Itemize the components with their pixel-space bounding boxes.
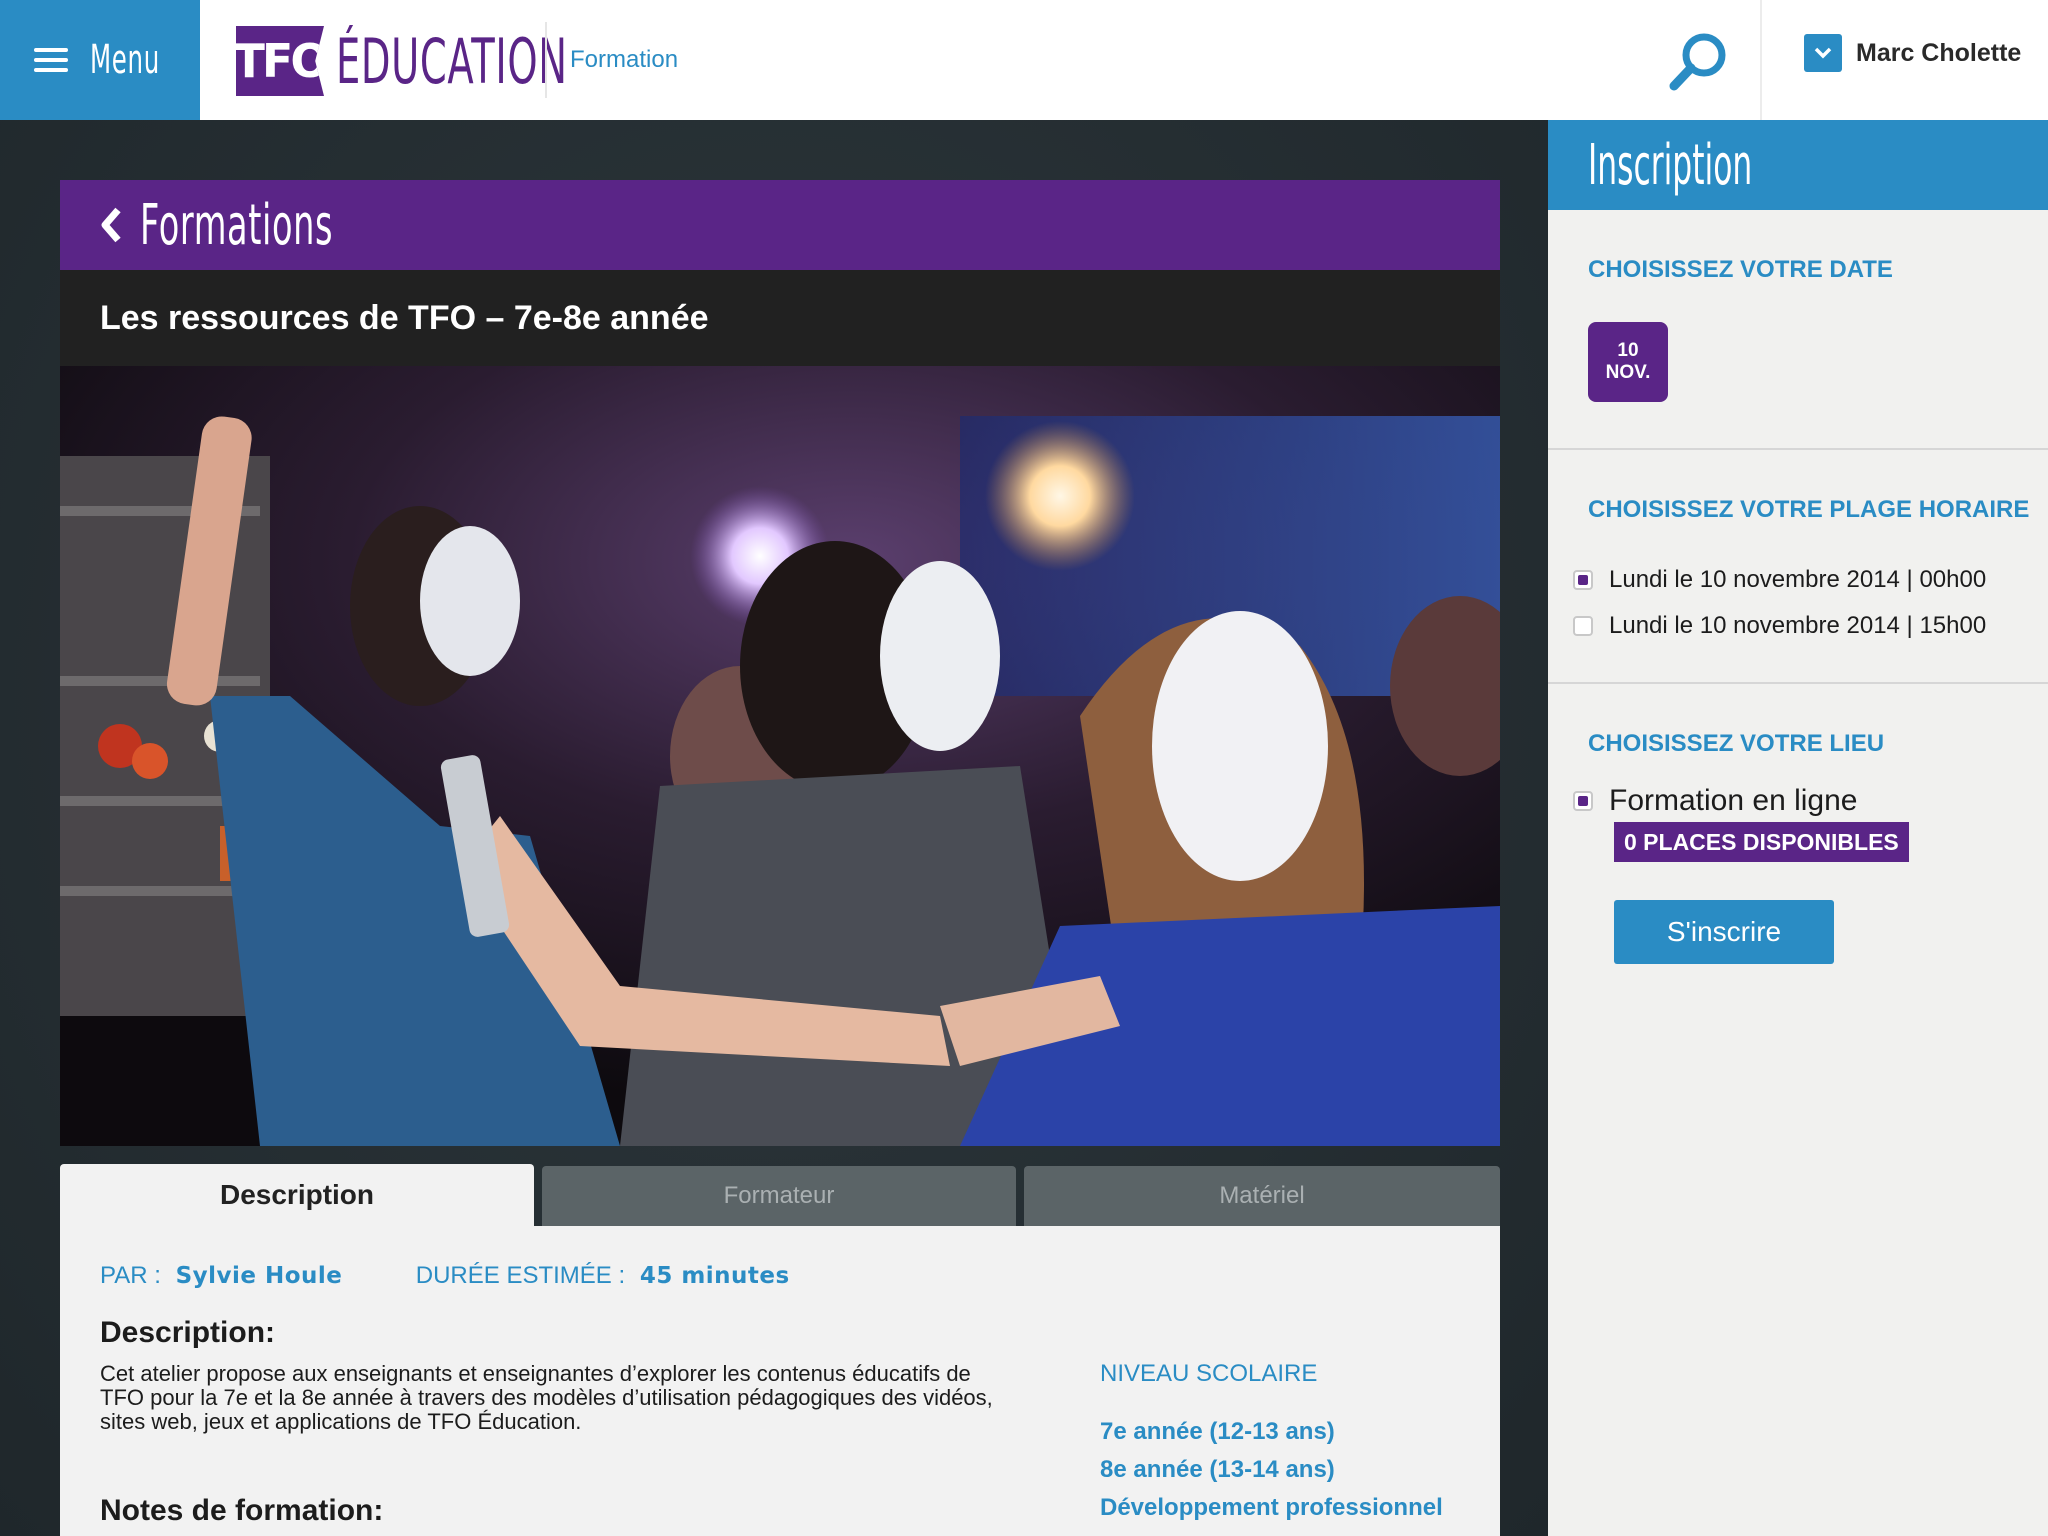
user-name: Marc Cholette bbox=[1856, 38, 2022, 67]
niveau-item-dev-pro[interactable]: Développement professionnel bbox=[1100, 1494, 1443, 1522]
plage-label-2: Lundi le 10 novembre 2014 | 15h00 bbox=[1609, 612, 1987, 639]
menu-label: Menu bbox=[90, 37, 160, 83]
hero-photo bbox=[60, 366, 1500, 1146]
description-panel: PAR : Sylvie Houle DURÉE ESTIMÉE : 45 mi… bbox=[60, 1226, 1500, 1536]
header-divider bbox=[545, 22, 547, 98]
course-hero-image bbox=[60, 366, 1500, 1146]
inscription-title: Inscription bbox=[1588, 132, 1753, 198]
logo-text: ÉDUCATION bbox=[336, 24, 568, 98]
description-heading: Description: bbox=[100, 1316, 276, 1349]
chevron-down-icon bbox=[1804, 34, 1842, 72]
tab-materiel[interactable]: Matériel bbox=[1024, 1166, 1500, 1226]
section-divider bbox=[1548, 682, 2048, 684]
lieu-option[interactable]: Formation en ligne bbox=[1573, 784, 1857, 818]
tab-formateur[interactable]: Formateur bbox=[542, 1166, 1016, 1226]
section-divider bbox=[1548, 448, 2048, 450]
plage-label-1: Lundi le 10 novembre 2014 | 00h00 bbox=[1609, 566, 1987, 593]
plage-option-1[interactable]: Lundi le 10 novembre 2014 | 00h00 bbox=[1573, 566, 1986, 594]
radio-checked[interactable] bbox=[1573, 791, 1593, 811]
description-text: Cet atelier propose aux enseignants et e… bbox=[100, 1361, 993, 1434]
date-chip[interactable]: 10 NOV. bbox=[1588, 322, 1668, 402]
top-header: Menu TFO ÉDUCATION Formation Marc Cholet… bbox=[0, 0, 2048, 120]
date-day: 10 bbox=[1617, 340, 1639, 361]
user-menu[interactable]: Marc Cholette bbox=[1804, 34, 2021, 72]
radio-unchecked[interactable] bbox=[1573, 616, 1593, 636]
formations-title: Formations bbox=[140, 192, 334, 258]
duree-label: DURÉE ESTIMÉE : bbox=[415, 1262, 626, 1289]
date-month: NOV. bbox=[1605, 362, 1651, 383]
course-title-bar: Les ressources de TFO – 7e-8e année bbox=[60, 270, 1500, 366]
niveau-scolaire-label: NIVEAU SCOLAIRE bbox=[1100, 1360, 1318, 1387]
par-label: PAR : bbox=[100, 1262, 161, 1289]
notes-heading: Notes de formation: bbox=[100, 1494, 384, 1527]
inscription-header: Inscription bbox=[1548, 120, 2048, 210]
search-button[interactable] bbox=[1666, 30, 1730, 94]
date-section-title: CHOISISSEZ VOTRE DATE bbox=[1588, 256, 1893, 283]
inscrire-button[interactable]: S'inscrire bbox=[1614, 900, 1834, 964]
menu-button[interactable]: Menu bbox=[0, 0, 200, 120]
radio-checked[interactable] bbox=[1573, 570, 1593, 590]
plage-section-title: CHOISISSEZ VOTRE PLAGE HORAIRE bbox=[1588, 496, 2030, 523]
lieu-label: Formation en ligne bbox=[1609, 784, 1858, 817]
inscription-sidebar: Inscription CHOISISSEZ VOTRE DATE 10 NOV… bbox=[1548, 120, 2048, 1536]
search-icon bbox=[1669, 33, 1726, 91]
plage-option-2[interactable]: Lundi le 10 novembre 2014 | 15h00 bbox=[1573, 612, 1986, 640]
course-title: Les ressources de TFO – 7e-8e année bbox=[100, 298, 709, 337]
user-divider bbox=[1760, 0, 1762, 120]
logo-mark: TFO bbox=[236, 26, 324, 96]
hamburger-icon bbox=[34, 48, 68, 72]
back-to-formations[interactable]: Formations bbox=[60, 180, 1500, 270]
niveau-item-7e[interactable]: 7e année (12-13 ans) bbox=[1100, 1418, 1335, 1446]
niveau-item-8e[interactable]: 8e année (13-14 ans) bbox=[1100, 1456, 1335, 1484]
breadcrumb[interactable]: Formation bbox=[570, 46, 678, 74]
author-name[interactable]: Sylvie Houle bbox=[176, 1263, 343, 1289]
course-meta: PAR : Sylvie Houle DURÉE ESTIMÉE : 45 mi… bbox=[100, 1262, 790, 1290]
duree-value: 45 minutes bbox=[639, 1263, 790, 1289]
lieu-section-title: CHOISISSEZ VOTRE LIEU bbox=[1588, 730, 1885, 757]
places-badge: 0 PLACES DISPONIBLES bbox=[1614, 822, 1909, 862]
course-tabs: Description Formateur Matériel bbox=[60, 1164, 1500, 1226]
chevron-left-icon bbox=[101, 207, 121, 243]
tab-description[interactable]: Description bbox=[60, 1164, 534, 1226]
